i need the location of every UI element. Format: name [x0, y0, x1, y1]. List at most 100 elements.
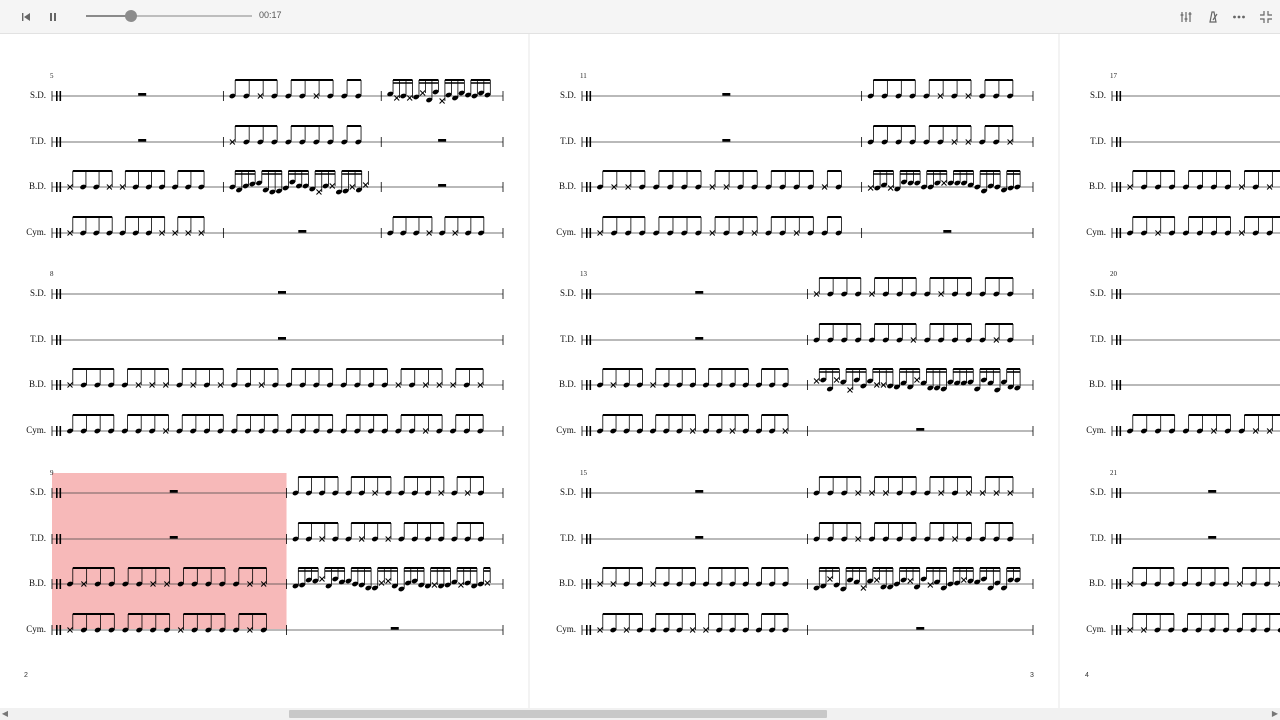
- instrument-label: Cym.: [1086, 425, 1106, 435]
- percussion-clef: [1116, 289, 1118, 299]
- percussion-clef: [586, 91, 588, 101]
- fullscreen-exit-icon[interactable]: [1256, 7, 1276, 27]
- percussion-clef: [56, 426, 58, 436]
- measure: [298, 230, 307, 233]
- percussion-clef: [56, 625, 58, 635]
- player-toolbar: 00:17: [0, 0, 1280, 34]
- percussion-clef: [1116, 579, 1118, 589]
- more-icon[interactable]: [1229, 7, 1249, 27]
- measure: [438, 139, 447, 142]
- instrument-label: S.D.: [559, 487, 576, 497]
- instrument-label: T.D.: [30, 136, 46, 146]
- percussion-clef: [586, 289, 588, 299]
- scroll-left-icon[interactable]: ◀: [0, 708, 10, 720]
- horizontal-scrollbar[interactable]: ◀ ▶: [0, 708, 1280, 720]
- measure: [813, 368, 1021, 393]
- instrument-label: T.D.: [560, 533, 576, 543]
- percussion-clef: [1116, 137, 1118, 147]
- measure-number: 9: [50, 469, 54, 477]
- whole-rest: [695, 536, 704, 539]
- whole-rest: [1208, 490, 1217, 493]
- whole-rest: [722, 93, 731, 96]
- whole-rest: [169, 490, 178, 493]
- percussion-clef: [56, 488, 58, 498]
- measure: [1208, 490, 1217, 493]
- seek-handle[interactable]: [124, 10, 137, 22]
- measure: [390, 627, 399, 630]
- measure-number: 21: [1110, 469, 1117, 477]
- measure: [813, 567, 1021, 592]
- mixer-icon[interactable]: [1176, 7, 1196, 27]
- skip-back-icon[interactable]: [16, 7, 36, 27]
- measure: [695, 536, 704, 539]
- whole-rest: [438, 184, 447, 187]
- metronome-icon[interactable]: [1203, 7, 1223, 27]
- instrument-label: Cym.: [1086, 624, 1106, 634]
- score-view[interactable]: 2 5 S.D. T.D. B.D. Cym. 8 S.D. T.D. B.D. Cym. 9 S.D.…: [0, 34, 1280, 708]
- instrument-label: Cym.: [556, 227, 576, 237]
- whole-rest: [916, 428, 925, 431]
- percussion-clef: [586, 488, 588, 498]
- percussion-clef: [56, 380, 58, 390]
- measure: [292, 476, 484, 496]
- measure: [695, 291, 704, 294]
- measure: [916, 627, 925, 630]
- whole-rest: [278, 337, 286, 340]
- measure: [438, 184, 447, 187]
- score-page: 2 5 S.D. T.D. B.D. Cym. 8 S.D. T.D. B.D. Cym. 9 S.D.…: [0, 34, 528, 708]
- measure: [292, 567, 491, 592]
- percussion-clef: [586, 182, 588, 192]
- measure: [695, 490, 704, 493]
- measure: [695, 337, 704, 340]
- score-notation: [51, 79, 504, 635]
- measure: [722, 139, 731, 142]
- measure-number: 17: [1110, 72, 1117, 80]
- scrollbar-thumb[interactable]: [289, 710, 827, 718]
- percussion-clef: [586, 579, 588, 589]
- whole-rest: [695, 337, 704, 340]
- percussion-clef: [1116, 228, 1118, 238]
- measure: [813, 522, 1014, 542]
- instrument-label: T.D.: [30, 334, 46, 344]
- percussion-clef: [56, 579, 58, 589]
- percussion-clef: [56, 91, 58, 101]
- whole-rest: [169, 536, 178, 539]
- measure: [867, 170, 1021, 194]
- measure-number: 20: [1110, 270, 1117, 278]
- percussion-clef: [56, 137, 58, 147]
- instrument-label: B.D.: [558, 379, 576, 389]
- instrument-label: B.D.: [28, 379, 46, 389]
- measure: [916, 428, 925, 431]
- percussion-clef: [586, 335, 588, 345]
- percussion-clef: [1116, 91, 1118, 101]
- instrument-label: T.D.: [1090, 533, 1106, 543]
- whole-rest: [1208, 536, 1217, 539]
- measure: [169, 490, 178, 493]
- instrument-label: S.D.: [559, 288, 576, 298]
- instrument-label: B.D.: [1088, 379, 1106, 389]
- instrument-label: S.D.: [29, 288, 46, 298]
- instrument-label: S.D.: [559, 90, 576, 100]
- measure: [597, 613, 789, 633]
- instrument-label: S.D.: [1089, 90, 1106, 100]
- measure: [229, 170, 369, 195]
- measure: [596, 414, 789, 434]
- percussion-clef: [56, 335, 58, 345]
- percussion-clef: [1116, 335, 1118, 345]
- score-page: 4 17 S.D. T.D. B.D. Cym. 20 S.D. T.D. B.D. Cym. 21 S…: [1060, 34, 1280, 708]
- whole-rest: [138, 139, 147, 142]
- playback-highlight: [52, 473, 287, 629]
- percussion-clef: [1116, 182, 1118, 192]
- seek-slider[interactable]: [86, 10, 252, 22]
- pause-icon[interactable]: [43, 7, 63, 27]
- measure: [813, 323, 1014, 343]
- measure: [138, 139, 147, 142]
- measure: [943, 230, 952, 233]
- percussion-clef: [586, 380, 588, 390]
- measure: [813, 476, 1014, 496]
- measure: [1208, 536, 1217, 539]
- percussion-clef: [1116, 534, 1118, 544]
- measure: [722, 93, 731, 96]
- scroll-right-icon[interactable]: ▶: [1270, 708, 1280, 720]
- measure-number: 8: [50, 270, 54, 278]
